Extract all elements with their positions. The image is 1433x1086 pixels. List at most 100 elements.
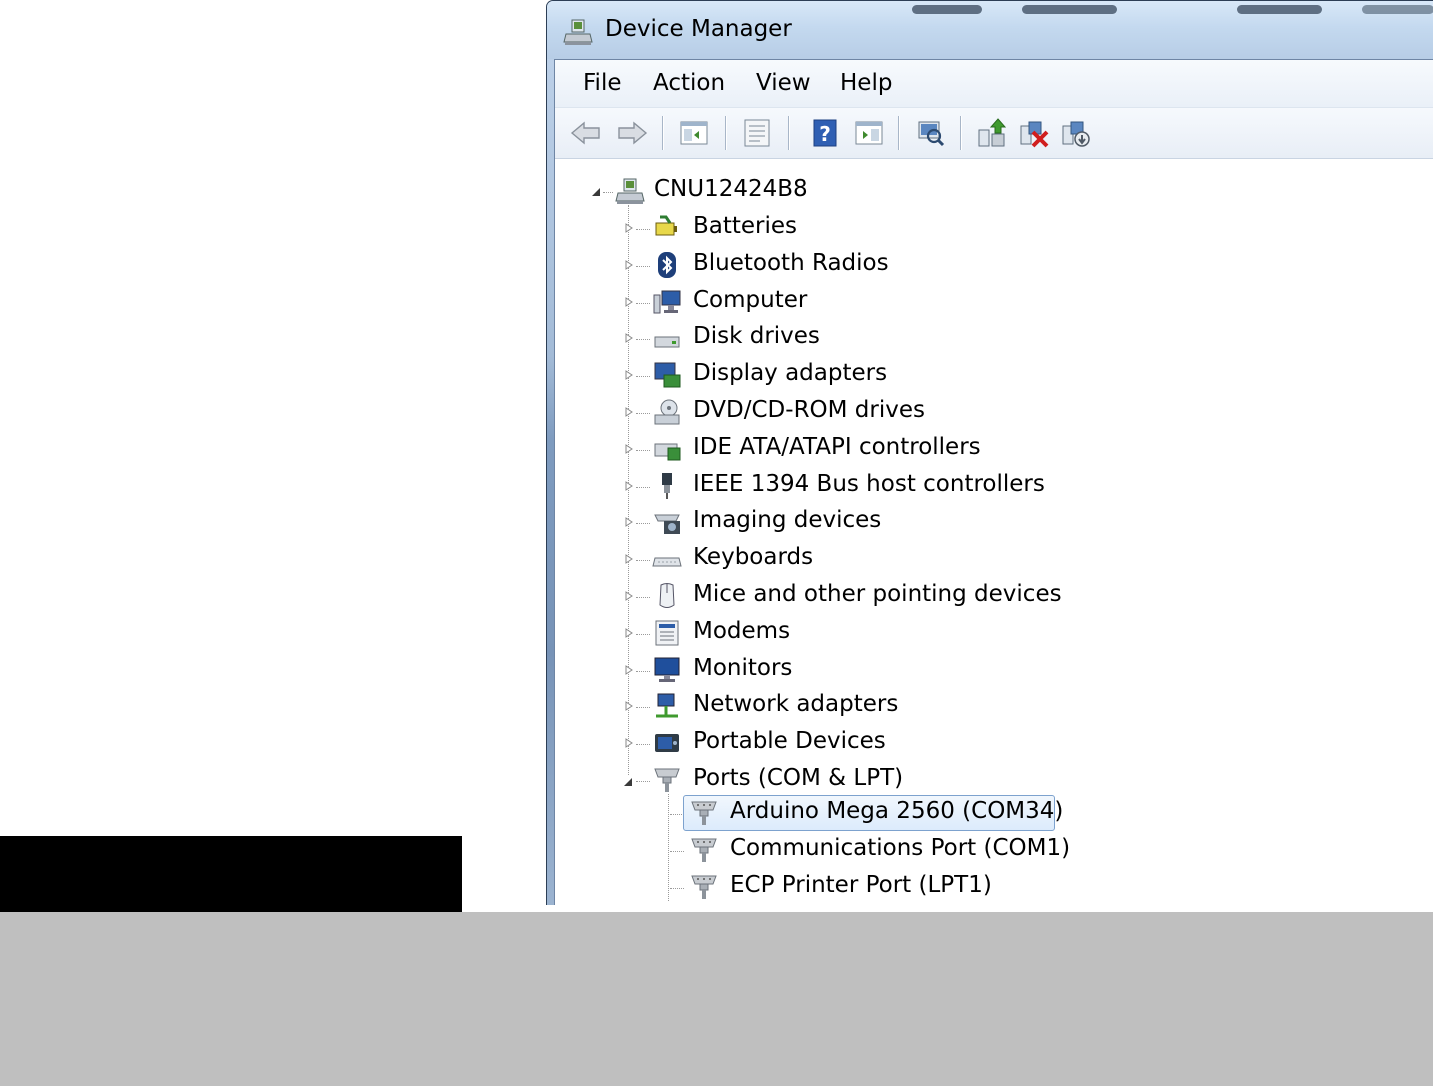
tree-category-imaging-devices[interactable]: Imaging devices xyxy=(555,505,1155,539)
properties-icon[interactable] xyxy=(740,116,774,150)
tree-connector xyxy=(668,794,669,901)
titlebar-glow xyxy=(1237,5,1322,14)
expand-arrow-icon[interactable] xyxy=(624,333,634,344)
tree-category-label: Bluetooth Radios xyxy=(693,249,889,276)
menu-help[interactable]: Help xyxy=(838,70,894,96)
collapse-arrow-icon[interactable] xyxy=(591,187,601,197)
toolbar-separator xyxy=(662,116,664,150)
tree-category-portable-devices[interactable]: Portable Devices xyxy=(555,726,1155,760)
tree-connector xyxy=(636,707,650,709)
tree-category-disk-drives[interactable]: Disk drives xyxy=(555,321,1155,355)
forward-arrow-icon[interactable] xyxy=(615,116,649,150)
expand-arrow-icon[interactable] xyxy=(624,223,634,233)
tree-item-label: ECP Printer Port (LPT1) xyxy=(730,872,992,898)
window-title: Device Manager xyxy=(605,16,792,42)
expand-arrow-icon[interactable] xyxy=(624,443,634,454)
tree-connector xyxy=(636,560,650,562)
tree-root-node[interactable]: CNU12424B8 xyxy=(555,174,1155,208)
redaction-block xyxy=(0,836,462,912)
tree-category-label: Computer xyxy=(693,286,808,313)
expand-arrow-icon[interactable] xyxy=(624,701,634,712)
tree-connector xyxy=(636,229,650,230)
battery-icon xyxy=(655,215,677,236)
computer-icon xyxy=(653,290,681,314)
tree-root-label: CNU12424B8 xyxy=(654,176,808,202)
tree-connector xyxy=(636,449,650,451)
expand-arrow-icon[interactable] xyxy=(624,627,634,638)
expand-arrow-icon[interactable] xyxy=(624,517,634,528)
tree-category-dvd-cd-rom-drives[interactable]: DVD/CD-ROM drives xyxy=(555,395,1155,429)
modem-icon xyxy=(655,620,679,646)
device-tree: CNU12424B8 Batteries Bluetooth Radios Comp… xyxy=(555,160,1433,905)
update-driver-icon[interactable] xyxy=(975,116,1009,150)
tree-category-mice-and-other-pointing-devices[interactable]: Mice and other pointing devices xyxy=(555,579,1155,613)
tree-connector xyxy=(636,265,650,267)
portable-device-icon xyxy=(655,734,679,753)
tree-item-communications-port[interactable]: Communications Port (COM1) xyxy=(685,833,1085,867)
port-icon xyxy=(691,838,717,862)
expand-arrow-icon[interactable] xyxy=(624,407,634,417)
port-icon xyxy=(691,801,717,825)
menu-file[interactable]: File xyxy=(581,70,624,96)
monitor-icon xyxy=(654,657,680,682)
expand-arrow-icon[interactable] xyxy=(624,591,634,601)
tree-connector xyxy=(636,744,650,746)
expand-arrow-icon[interactable] xyxy=(624,554,634,565)
menu-action[interactable]: Action xyxy=(651,70,727,96)
tree-category-bluetooth-radios[interactable]: Bluetooth Radios xyxy=(555,248,1155,282)
tree-category-label: IDE ATA/ATAPI controllers xyxy=(693,433,981,460)
tree-category-modems[interactable]: Modems xyxy=(555,616,1155,650)
help-icon[interactable]: ? xyxy=(809,116,843,150)
tree-connector xyxy=(636,302,650,304)
dvd-drive-icon xyxy=(654,399,680,425)
tree-category-label: Mice and other pointing devices xyxy=(693,581,1062,607)
tree-category-monitors[interactable]: Monitors xyxy=(555,653,1155,687)
tree-category-ieee-1394-bus-host-controllers[interactable]: IEEE 1394 Bus host controllers xyxy=(555,469,1155,503)
tree-category-computer[interactable]: Computer xyxy=(555,285,1155,319)
window-left-frame xyxy=(547,59,554,905)
tree-item-arduino-mega[interactable]: Arduino Mega 2560 (COM34) xyxy=(683,795,1065,831)
tree-category-batteries[interactable]: Batteries xyxy=(555,211,1155,245)
disable-device-icon[interactable] xyxy=(1059,116,1093,150)
svg-text:?: ? xyxy=(819,122,831,146)
network-adapter-icon xyxy=(656,693,678,718)
expand-arrow-icon[interactable] xyxy=(624,480,634,491)
tree-item-ecp-printer-port[interactable]: ECP Printer Port (LPT1) xyxy=(685,870,1085,904)
device-manager-icon xyxy=(563,19,593,45)
tree-category-network-adapters[interactable]: Network adapters xyxy=(555,689,1155,723)
toolbar-separator xyxy=(960,116,962,150)
tree-category-label: Batteries xyxy=(693,213,798,239)
expand-arrow-icon[interactable] xyxy=(624,738,634,749)
title-bar[interactable]: Device Manager xyxy=(547,1,1433,59)
tree-category-label: Keyboards xyxy=(693,544,814,571)
expand-arrow-icon[interactable] xyxy=(624,296,634,307)
collapse-arrow-icon[interactable] xyxy=(623,777,633,787)
mouse-icon xyxy=(659,583,675,608)
tree-connector xyxy=(636,523,650,525)
uninstall-device-icon[interactable] xyxy=(1017,116,1051,150)
port-icon xyxy=(691,875,717,899)
menu-view[interactable]: View xyxy=(754,70,813,96)
tree-category-ports-com-lpt[interactable]: Ports (COM & LPT) xyxy=(555,763,1155,797)
tree-connector xyxy=(670,814,684,815)
show-hide-console-tree-icon[interactable] xyxy=(677,116,711,150)
expand-arrow-icon[interactable] xyxy=(624,664,634,675)
scan-hardware-changes-icon[interactable] xyxy=(913,116,947,150)
tree-category-keyboards[interactable]: Keyboards xyxy=(555,542,1155,576)
titlebar-glow xyxy=(912,5,982,14)
expand-arrow-icon[interactable] xyxy=(624,370,634,381)
tree-category-label: Ports (COM & LPT) xyxy=(693,765,904,791)
tree-connector xyxy=(636,486,650,488)
back-arrow-icon[interactable] xyxy=(569,116,603,150)
toolbar: ? xyxy=(555,108,1433,159)
expand-arrow-icon[interactable] xyxy=(624,259,634,270)
tree-connector xyxy=(636,376,650,378)
tree-category-label: Portable Devices xyxy=(693,728,886,755)
port-icon xyxy=(654,768,680,792)
toolbar-separator xyxy=(725,116,727,150)
disk-drive-icon xyxy=(654,336,680,348)
tree-item-label: Arduino Mega 2560 (COM34) xyxy=(730,798,1064,824)
tree-category-ide-ata-atapi-controllers[interactable]: IDE ATA/ATAPI controllers xyxy=(555,432,1155,466)
show-action-pane-icon[interactable] xyxy=(852,116,886,150)
tree-category-display-adapters[interactable]: Display adapters xyxy=(555,358,1155,392)
